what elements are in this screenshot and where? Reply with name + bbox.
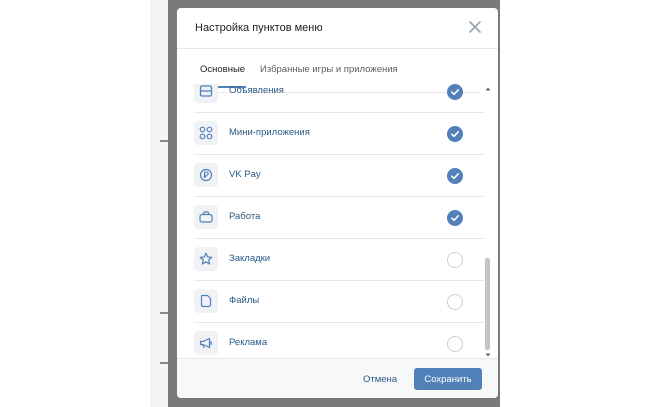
list-item-vk-pay[interactable]: VK Pay	[194, 155, 484, 197]
scrollbar-thumb[interactable]	[485, 258, 490, 350]
list-item-bookmarks[interactable]: Закладки	[194, 239, 484, 281]
item-label: Мини-приложения	[229, 127, 310, 138]
checkbox-vk-pay[interactable]	[447, 168, 463, 184]
modal-footer: Отмена Сохранить	[177, 358, 498, 398]
checkbox-jobs[interactable]	[447, 210, 463, 226]
list-item-files[interactable]: Файлы	[194, 281, 484, 323]
checkbox-mini-apps[interactable]	[447, 126, 463, 142]
item-label: Реклама	[229, 337, 268, 348]
list-item-ads[interactable]: Реклама	[194, 323, 484, 358]
item-label: Файлы	[229, 295, 260, 306]
mini-apps-icon	[194, 121, 218, 145]
modal-header: Настройка пунктов меню	[177, 8, 498, 49]
save-button[interactable]: Сохранить	[414, 368, 482, 390]
background-text-fragment	[160, 140, 168, 142]
classifieds-icon	[194, 84, 218, 103]
item-label: VK Pay	[229, 169, 261, 180]
item-label: Закладки	[229, 253, 271, 264]
list-item-jobs[interactable]: Работа	[194, 197, 484, 239]
cancel-button[interactable]: Отмена	[363, 374, 397, 385]
checkbox-classifieds[interactable]	[447, 84, 463, 100]
tab-main[interactable]: Основные	[200, 64, 245, 75]
item-label: Объявления	[229, 85, 284, 96]
briefcase-icon	[194, 205, 218, 229]
vk-pay-icon	[194, 163, 218, 187]
megaphone-icon	[194, 331, 218, 355]
menu-settings-modal: Настройка пунктов меню Основные Избранны…	[177, 8, 498, 398]
menu-items-scroll-content: Объявления Мини-приложения VK Pay Работа…	[194, 84, 484, 358]
star-icon	[194, 247, 218, 271]
tab-favorite-games-apps[interactable]: Избранные игры и приложения	[260, 64, 398, 75]
scroll-up-arrow-icon[interactable]	[485, 86, 491, 92]
scrollbar[interactable]	[485, 86, 491, 358]
close-icon[interactable]	[468, 20, 482, 34]
menu-items-list[interactable]: Объявления Мини-приложения VK Pay Работа…	[194, 84, 484, 358]
list-item-classifieds[interactable]: Объявления	[194, 84, 484, 113]
background-text-fragment	[160, 362, 168, 364]
file-icon	[194, 289, 218, 313]
background-text-fragment	[160, 312, 168, 314]
modal-title: Настройка пунктов меню	[195, 22, 323, 34]
checkbox-ads[interactable]	[447, 336, 463, 352]
list-item-mini-apps[interactable]: Мини-приложения	[194, 113, 484, 155]
checkbox-files[interactable]	[447, 294, 463, 310]
item-label: Работа	[229, 211, 261, 222]
checkbox-bookmarks[interactable]	[447, 252, 463, 268]
